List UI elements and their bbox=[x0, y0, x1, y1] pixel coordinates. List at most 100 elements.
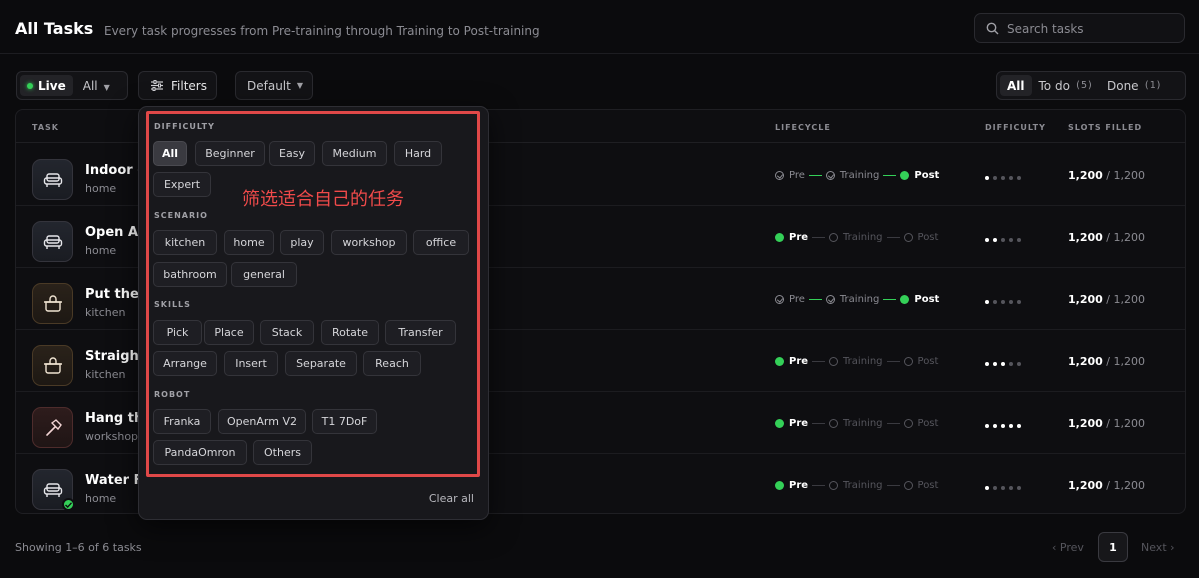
filter-chip[interactable]: OpenArm V2 bbox=[218, 409, 306, 434]
header: All Tasks Every task progresses from Pre… bbox=[0, 0, 1199, 54]
lifecycle-connector bbox=[883, 299, 897, 300]
filter-chip[interactable]: Separate bbox=[285, 351, 357, 376]
filter-chip[interactable]: Reach bbox=[363, 351, 421, 376]
status-dropdown[interactable]: All ▼ bbox=[83, 79, 110, 93]
filter-chip[interactable]: Insert bbox=[224, 351, 278, 376]
stage-label: Pre bbox=[789, 232, 809, 243]
difficulty-dot bbox=[1009, 362, 1013, 366]
stage-status-icon bbox=[775, 295, 784, 304]
lifecycle-progress: Pre Training Post bbox=[775, 356, 938, 367]
filters-label: Filters bbox=[171, 78, 207, 93]
stage-status-icon bbox=[903, 481, 913, 490]
tab-todo-label: To do bbox=[1038, 78, 1070, 93]
difficulty-dot bbox=[1001, 424, 1005, 428]
task-scenario: workshop bbox=[85, 430, 139, 443]
stage-label: Training bbox=[839, 170, 880, 181]
caret-down-icon: ▼ bbox=[103, 82, 110, 92]
lifecycle-progress: Pre Training Post bbox=[775, 232, 938, 243]
slots-filled-count: 1,200 bbox=[1068, 169, 1103, 182]
difficulty-dot bbox=[1009, 486, 1013, 490]
filter-chip[interactable]: Franka bbox=[153, 409, 211, 434]
task-name[interactable]: Straight bbox=[85, 349, 145, 364]
stage-label: Post bbox=[914, 170, 940, 181]
filter-chip[interactable]: kitchen bbox=[153, 230, 217, 255]
filter-chip[interactable]: Easy bbox=[269, 141, 315, 166]
tab-todo[interactable]: To do (5) bbox=[1032, 75, 1100, 96]
difficulty-dot bbox=[985, 238, 989, 242]
column-difficulty: DIFFICULTY bbox=[985, 123, 1046, 132]
filter-chip[interactable]: Beginner bbox=[195, 141, 265, 166]
lifecycle-connector bbox=[886, 361, 900, 362]
clear-all-button[interactable]: Clear all bbox=[429, 492, 474, 505]
task-scenario: home bbox=[85, 492, 117, 505]
slots-filled-count: 1,200 bbox=[1068, 417, 1103, 430]
search-icon bbox=[986, 22, 999, 35]
stage-status-icon bbox=[900, 295, 910, 304]
sort-dropdown[interactable]: Default ▼ bbox=[235, 71, 313, 100]
filter-chip[interactable]: Medium bbox=[322, 141, 387, 166]
difficulty-dot bbox=[1001, 238, 1005, 242]
stage-status-icon bbox=[900, 171, 910, 180]
lifecycle-connector bbox=[886, 423, 900, 424]
tab-all[interactable]: All bbox=[1000, 75, 1032, 96]
stage-label: Post bbox=[917, 356, 939, 367]
filter-chip[interactable]: home bbox=[224, 230, 274, 255]
filter-chip[interactable]: Expert bbox=[153, 172, 211, 197]
difficulty-dot bbox=[1001, 362, 1005, 366]
slots-filled: 1,200 / 1,200 bbox=[1068, 479, 1145, 492]
column-slots-filled: SLOTS FILLED bbox=[1068, 123, 1143, 132]
filter-chip[interactable]: bathroom bbox=[153, 262, 227, 287]
filter-chip[interactable]: Arrange bbox=[153, 351, 217, 376]
filter-chip[interactable]: Hard bbox=[394, 141, 442, 166]
filter-chip[interactable]: Others bbox=[253, 440, 312, 465]
difficulty-dot bbox=[1009, 424, 1013, 428]
live-label: Live bbox=[38, 78, 66, 93]
filter-chip[interactable]: Stack bbox=[260, 320, 314, 345]
page-number-button[interactable]: 1 bbox=[1098, 532, 1128, 562]
lifecycle-stage: Pre bbox=[775, 294, 805, 305]
difficulty-dot bbox=[985, 424, 989, 428]
live-toggle[interactable]: Live bbox=[20, 75, 73, 96]
lifecycle-stage: Training bbox=[829, 356, 883, 367]
stage-label: Post bbox=[914, 294, 940, 305]
difficulty-dot bbox=[993, 424, 997, 428]
filter-chip[interactable]: Rotate bbox=[321, 320, 379, 345]
filter-chip[interactable]: All bbox=[153, 141, 187, 166]
search-box[interactable] bbox=[974, 13, 1185, 43]
filter-section-title: ROBOT bbox=[154, 390, 191, 399]
filter-chip[interactable]: play bbox=[280, 230, 324, 255]
lifecycle-stage: Post bbox=[903, 480, 938, 491]
filter-chip[interactable]: Transfer bbox=[385, 320, 456, 345]
lifecycle-stage: Training bbox=[829, 480, 883, 491]
slots-total: / 1,200 bbox=[1106, 293, 1145, 306]
difficulty-dot bbox=[985, 362, 989, 366]
slots-total: / 1,200 bbox=[1106, 479, 1145, 492]
next-page-button[interactable]: Next › bbox=[1141, 532, 1175, 562]
lifecycle-stage: Post bbox=[903, 232, 938, 243]
filter-chip[interactable]: T1 7DoF bbox=[312, 409, 377, 434]
stage-status-icon bbox=[775, 419, 784, 428]
slots-total: / 1,200 bbox=[1106, 355, 1145, 368]
filters-popover: DIFFICULTY All Beginner Easy Medium Hard Exper… bbox=[138, 106, 489, 520]
filter-chip[interactable]: Place bbox=[204, 320, 254, 345]
slots-filled-count: 1,200 bbox=[1068, 479, 1103, 492]
tab-done-label: Done bbox=[1106, 78, 1139, 93]
prev-page-button[interactable]: ‹ Prev bbox=[1052, 532, 1084, 562]
task-name[interactable]: Indoor - bbox=[85, 163, 143, 178]
slots-filled: 1,200 / 1,200 bbox=[1068, 231, 1145, 244]
filters-button[interactable]: Filters bbox=[138, 71, 217, 100]
lifecycle-stage: Pre bbox=[775, 356, 808, 367]
difficulty-dot bbox=[1009, 300, 1013, 304]
tab-done[interactable]: Done (1) bbox=[1100, 75, 1169, 96]
filter-chip[interactable]: PandaOmron bbox=[153, 440, 247, 465]
task-scenario: home bbox=[85, 244, 117, 257]
filter-chip[interactable]: workshop bbox=[331, 230, 407, 255]
lifecycle-progress: Pre Training Post bbox=[775, 294, 939, 305]
stage-status-icon bbox=[903, 357, 913, 366]
filter-chip[interactable]: general bbox=[231, 262, 297, 287]
filter-chip[interactable]: Pick bbox=[153, 320, 202, 345]
search-input[interactable] bbox=[1007, 20, 1177, 38]
filter-chip[interactable]: office bbox=[413, 230, 469, 255]
lifecycle-stage: Training bbox=[829, 232, 883, 243]
difficulty-dot bbox=[993, 176, 997, 180]
